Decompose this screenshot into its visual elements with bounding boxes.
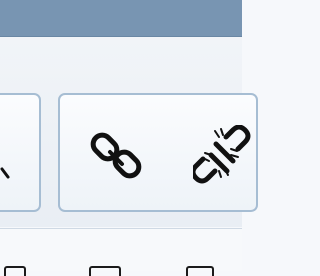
title-bar bbox=[0, 0, 242, 37]
lower-tool-icon[interactable] bbox=[4, 266, 26, 276]
lower-tool-icon-3[interactable] bbox=[186, 266, 214, 276]
ribbon-group-left bbox=[0, 93, 41, 212]
partial-tool-icon[interactable] bbox=[0, 155, 28, 185]
lower-tool-icon-2[interactable] bbox=[89, 266, 121, 276]
ribbon-group-links bbox=[58, 93, 258, 212]
link-icon[interactable] bbox=[90, 127, 146, 183]
unlink-icon[interactable] bbox=[193, 125, 257, 185]
lower-toolbar bbox=[0, 229, 242, 271]
